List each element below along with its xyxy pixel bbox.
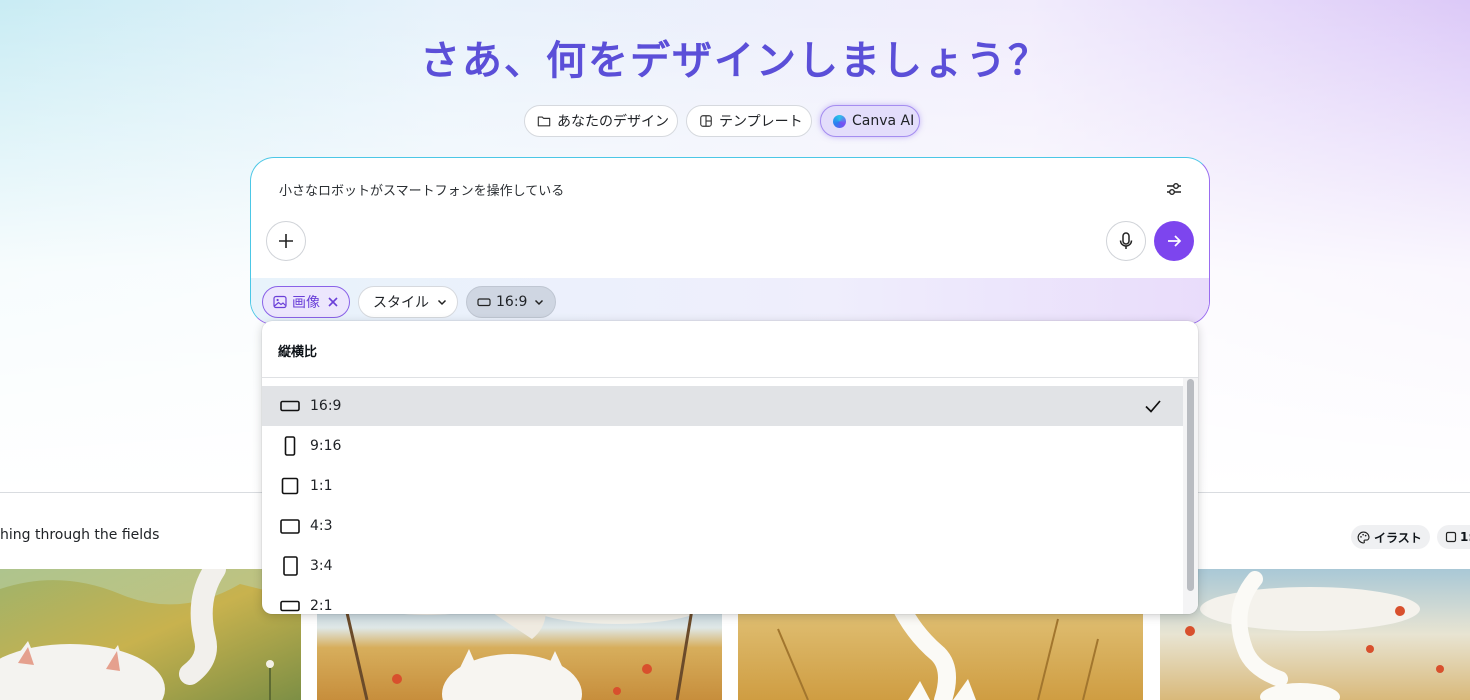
tab-label: Canva AI xyxy=(852,113,915,129)
option-label: 1:1 xyxy=(310,478,333,494)
tab-your-designs[interactable]: あなたのデザイン xyxy=(524,105,678,137)
microphone-button[interactable] xyxy=(1106,221,1146,261)
result-image-4[interactable] xyxy=(1160,569,1470,700)
result-image-1[interactable] xyxy=(0,569,301,700)
canva-ai-icon xyxy=(833,114,846,128)
aspect-ratio-menu: 縦横比 16:9 9:16 1:1 4:3 3:4 2:1 xyxy=(262,321,1198,614)
checkmark-icon xyxy=(1145,400,1161,413)
settings-sliders-icon[interactable] xyxy=(1165,180,1183,198)
style-dropdown-chip[interactable]: スタイル xyxy=(358,286,458,318)
ratio-option-3-4[interactable]: 3:4 xyxy=(262,546,1183,586)
chip-label: スタイル xyxy=(373,295,429,311)
image-icon xyxy=(273,295,287,309)
portrait-tall-ratio-icon xyxy=(280,436,300,456)
send-button[interactable] xyxy=(1154,221,1194,261)
chip-label: 画像 xyxy=(292,295,320,311)
ratio-option-16-9[interactable]: 16:9 xyxy=(262,386,1183,426)
ratio-tag: 1: xyxy=(1437,525,1470,549)
menu-title: 縦横比 xyxy=(278,345,318,360)
ratio-option-9-16[interactable]: 9:16 xyxy=(262,426,1183,466)
tab-label: テンプレート xyxy=(719,114,803,130)
chevron-down-icon xyxy=(535,299,544,306)
arrow-right-icon xyxy=(1168,235,1182,247)
add-button[interactable] xyxy=(266,221,306,261)
square-ratio-icon xyxy=(1445,531,1457,543)
tab-templates[interactable]: テンプレート xyxy=(686,105,812,137)
plus-icon xyxy=(279,234,293,248)
page-title: さあ、何をデザインしましょう？ xyxy=(420,38,1050,84)
landscape-extra-wide-ratio-icon xyxy=(280,600,300,612)
style-tag: イラスト xyxy=(1351,525,1430,549)
landscape-ratio-icon xyxy=(477,298,491,307)
ratio-option-list: 16:9 9:16 1:1 4:3 3:4 2:1 xyxy=(262,386,1183,614)
close-icon[interactable] xyxy=(327,296,339,308)
menu-divider xyxy=(262,377,1198,378)
result-caption: hing through the fields xyxy=(0,527,160,543)
tab-label: あなたのデザイン xyxy=(557,114,669,130)
palette-icon xyxy=(1357,531,1370,543)
microphone-icon xyxy=(1119,232,1133,249)
prompt-options-bar: 画像 スタイル 16:9 xyxy=(251,278,1209,324)
image-type-chip[interactable]: 画像 xyxy=(262,286,350,318)
chevron-down-icon xyxy=(437,299,447,306)
ratio-option-1-1[interactable]: 1:1 xyxy=(262,466,1183,506)
cat-in-field-image xyxy=(0,569,301,700)
prompt-box: 小さなロボットがスマートフォンを操作している 画像 スタイル 16:9 xyxy=(250,157,1210,325)
tag-label: イラスト xyxy=(1374,530,1422,545)
option-label: 3:4 xyxy=(310,558,333,574)
square-ratio-icon xyxy=(280,477,300,495)
landscape-ratio-icon xyxy=(280,518,300,534)
scrollbar-thumb[interactable] xyxy=(1187,379,1194,591)
option-label: 4:3 xyxy=(310,518,333,534)
landscape-wide-ratio-icon xyxy=(280,400,300,412)
option-label: 16:9 xyxy=(310,398,342,414)
tab-canva-ai[interactable]: Canva AI xyxy=(820,105,920,137)
template-icon xyxy=(700,115,712,127)
aspect-ratio-dropdown-chip[interactable]: 16:9 xyxy=(466,286,556,318)
ratio-option-4-3[interactable]: 4:3 xyxy=(262,506,1183,546)
chip-label: 16:9 xyxy=(496,294,528,310)
ratio-option-2-1[interactable]: 2:1 xyxy=(262,586,1183,614)
cat-in-field-image xyxy=(1160,569,1470,700)
prompt-input[interactable]: 小さなロボットがスマートフォンを操作している xyxy=(279,180,564,199)
tag-label: 1: xyxy=(1460,530,1470,544)
option-label: 2:1 xyxy=(310,598,333,614)
option-label: 9:16 xyxy=(310,438,342,454)
folder-icon xyxy=(537,116,551,127)
portrait-ratio-icon xyxy=(280,556,300,576)
